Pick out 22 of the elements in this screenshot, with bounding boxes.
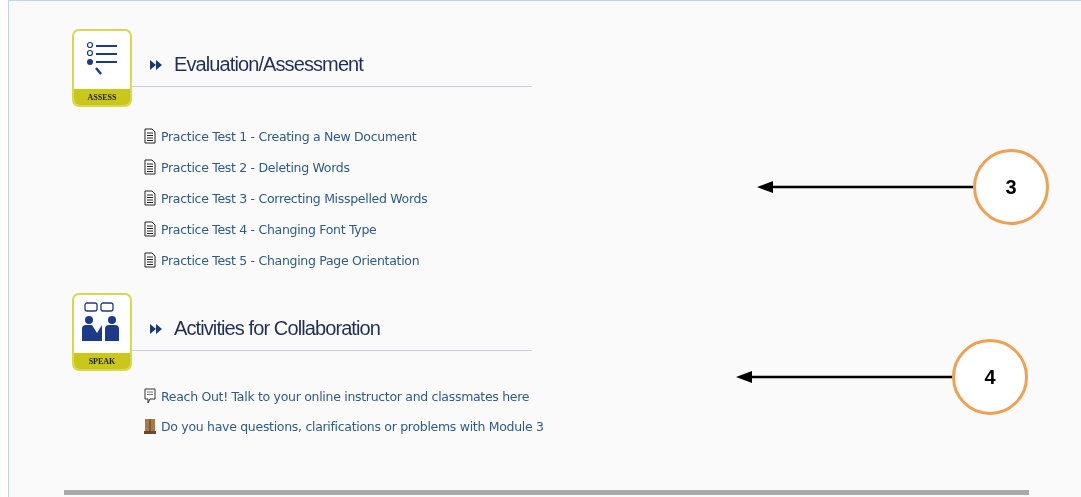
callout-number: 4 bbox=[952, 339, 1028, 415]
section-heading: Evaluation/Assessment bbox=[174, 53, 363, 76]
link[interactable]: Practice Test 5 - Changing Page Orientation bbox=[161, 252, 420, 268]
badge-label: ASSESS bbox=[74, 89, 130, 105]
section-heading: Activities for Collaboration bbox=[174, 317, 380, 340]
document-icon bbox=[144, 252, 156, 268]
speech-bubble-icon bbox=[144, 388, 156, 404]
link[interactable]: Practice Test 4 - Changing Font Type bbox=[161, 221, 377, 237]
document-icon bbox=[144, 221, 156, 237]
link[interactable]: Practice Test 3 - Correcting Misspelled Words bbox=[161, 190, 428, 206]
link[interactable]: Practice Test 1 - Creating a New Document bbox=[161, 128, 417, 144]
double-arrow-icon bbox=[150, 323, 162, 334]
document-icon bbox=[144, 190, 156, 206]
link[interactable]: Do you have questions, clarifications or problems with Module 3 bbox=[161, 418, 544, 434]
callout-number: 3 bbox=[973, 149, 1049, 225]
document-icon bbox=[144, 128, 156, 144]
doors-icon bbox=[144, 418, 156, 434]
badge-label: SPEAK bbox=[74, 353, 130, 369]
link[interactable]: Reach Out! Talk to your online instructor and classmates here bbox=[161, 388, 530, 404]
double-arrow-icon bbox=[150, 59, 162, 70]
document-icon bbox=[144, 159, 156, 175]
link[interactable]: Practice Test 2 - Deleting Words bbox=[161, 159, 350, 175]
